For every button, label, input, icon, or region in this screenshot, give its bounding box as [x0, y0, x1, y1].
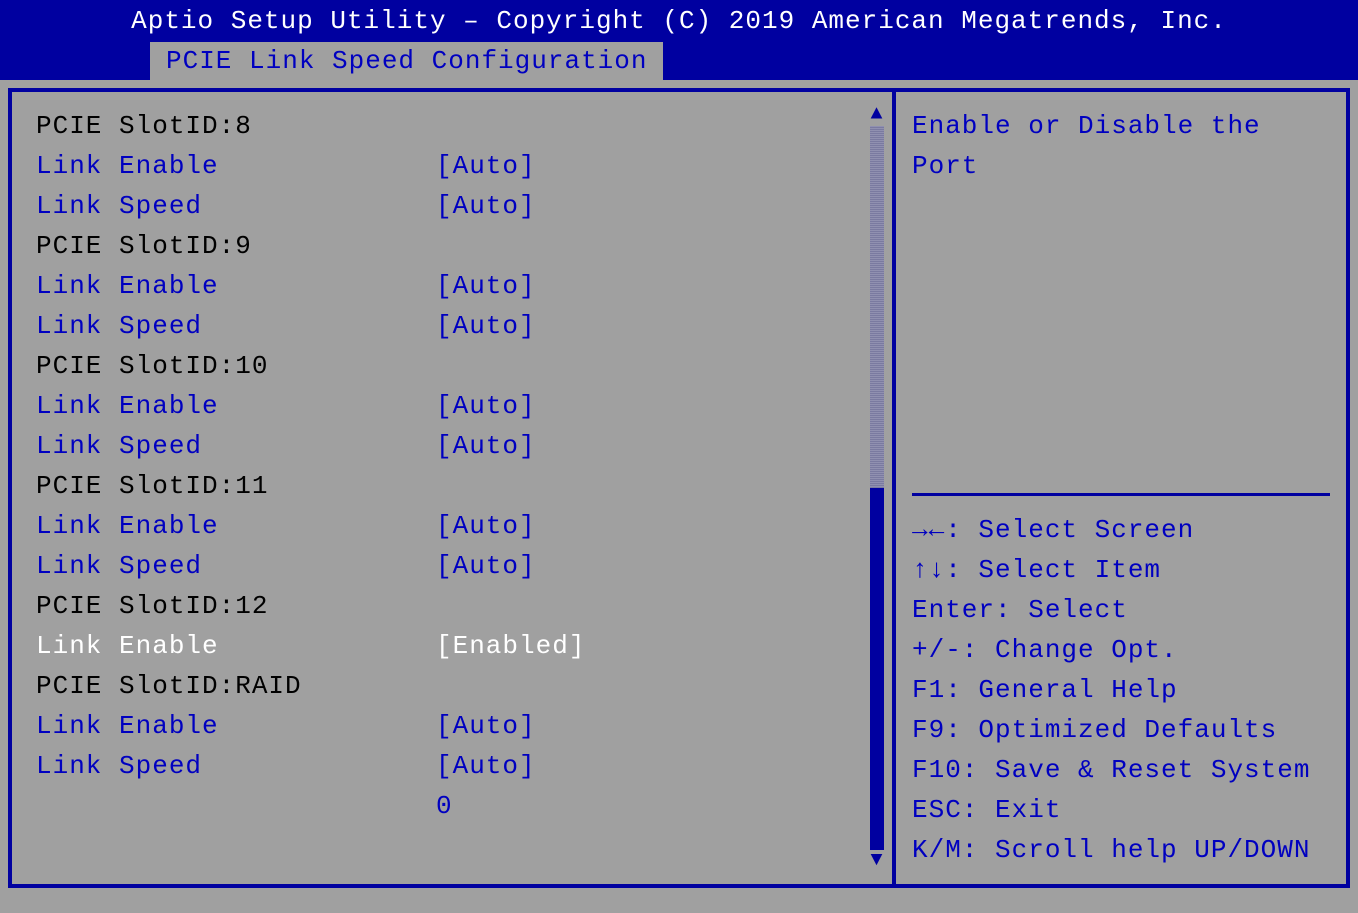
setting-row[interactable]: Link Enable[Auto] [36, 386, 882, 426]
scrollbar[interactable]: ▲ ▼ [868, 106, 886, 870]
setting-label: PCIE SlotID:9 [36, 226, 436, 266]
slot-header: PCIE SlotID:11 [36, 466, 882, 506]
setting-label: Link Speed [36, 426, 436, 466]
setting-label: PCIE SlotID:10 [36, 346, 436, 386]
hint-exit: ESC: Exit [912, 790, 1330, 830]
tab-pcie-link-speed[interactable]: PCIE Link Speed Configuration [150, 42, 663, 80]
slot-header: PCIE SlotID:9 [36, 226, 882, 266]
setting-label: PCIE SlotID:RAID [36, 666, 436, 706]
slot-header: PCIE SlotID:8 [36, 106, 882, 146]
slot-header: PCIE SlotID:RAID [36, 666, 882, 706]
scroll-down-icon[interactable]: ▼ [870, 852, 883, 870]
slot-header: PCIE SlotID:10 [36, 346, 882, 386]
setting-label: Link Speed [36, 306, 436, 346]
setting-value[interactable]: [Auto] [436, 306, 882, 346]
setting-row[interactable]: Link Speed[Auto] [36, 186, 882, 226]
setting-label: PCIE SlotID:11 [36, 466, 436, 506]
help-panel: Enable or Disable the Port →←: Select Sc… [896, 92, 1346, 884]
settings-panel: PCIE SlotID:8Link Enable[Auto]Link Speed… [12, 92, 896, 884]
setting-label: Link Speed [36, 746, 436, 786]
hint-enter: Enter: Select [912, 590, 1330, 630]
trailing-value: 0 [36, 786, 882, 826]
main-container: PCIE SlotID:8Link Enable[Auto]Link Speed… [8, 88, 1350, 888]
setting-value[interactable]: [Auto] [436, 146, 882, 186]
setting-value[interactable]: [Auto] [436, 186, 882, 226]
help-text: Enable or Disable the Port [912, 106, 1330, 186]
hint-select-screen: →←: Select Screen [912, 510, 1330, 550]
navigation-hints: →←: Select Screen ↑↓: Select Item Enter:… [912, 510, 1330, 870]
hint-optimized-defaults: F9: Optimized Defaults [912, 710, 1330, 750]
setting-label: Link Speed [36, 186, 436, 226]
title-bar: Aptio Setup Utility – Copyright (C) 2019… [0, 0, 1358, 42]
hint-scroll-help: K/M: Scroll help UP/DOWN [912, 830, 1330, 870]
setting-value[interactable]: [Auto] [436, 746, 882, 786]
setting-value[interactable]: [Auto] [436, 426, 882, 466]
setting-value[interactable]: [Auto] [436, 706, 882, 746]
setting-value[interactable]: [Auto] [436, 546, 882, 586]
scroll-up-icon[interactable]: ▲ [870, 106, 883, 124]
setting-row[interactable]: Link Enable[Auto] [36, 146, 882, 186]
setting-row[interactable]: Link Speed[Auto] [36, 746, 882, 786]
hint-change-opt: +/-: Change Opt. [912, 630, 1330, 670]
setting-value[interactable]: [Auto] [436, 506, 882, 546]
help-line: Enable or Disable the [912, 106, 1330, 146]
setting-label: Link Enable [36, 706, 436, 746]
setting-label: PCIE SlotID:8 [36, 106, 436, 146]
setting-value[interactable]: [Auto] [436, 386, 882, 426]
hint-save-reset: F10: Save & Reset System [912, 750, 1330, 790]
setting-row[interactable]: Link Enable[Auto] [36, 706, 882, 746]
setting-row[interactable]: Link Speed[Auto] [36, 426, 882, 466]
scroll-thumb[interactable] [870, 488, 884, 850]
setting-label: Link Enable [36, 506, 436, 546]
scroll-track[interactable] [870, 126, 884, 850]
setting-row[interactable]: Link Speed[Auto] [36, 546, 882, 586]
hint-select-item: ↑↓: Select Item [912, 550, 1330, 590]
setting-value[interactable]: [Auto] [436, 266, 882, 306]
tab-row: PCIE Link Speed Configuration [0, 42, 1358, 80]
hint-general-help: F1: General Help [912, 670, 1330, 710]
setting-label: Link Enable [36, 266, 436, 306]
setting-row[interactable]: Link Speed[Auto] [36, 306, 882, 346]
setting-label: Link Enable [36, 626, 436, 666]
setting-row[interactable]: Link Enable[Auto] [36, 506, 882, 546]
help-divider [912, 186, 1330, 496]
setting-value[interactable]: [Enabled] [436, 626, 882, 666]
setting-label: Link Speed [36, 546, 436, 586]
setting-label: Link Enable [36, 386, 436, 426]
setting-label: PCIE SlotID:12 [36, 586, 436, 626]
setting-row[interactable]: Link Enable[Auto] [36, 266, 882, 306]
setting-row[interactable]: Link Enable[Enabled] [36, 626, 882, 666]
help-line: Port [912, 146, 1330, 186]
setting-label: Link Enable [36, 146, 436, 186]
slot-header: PCIE SlotID:12 [36, 586, 882, 626]
